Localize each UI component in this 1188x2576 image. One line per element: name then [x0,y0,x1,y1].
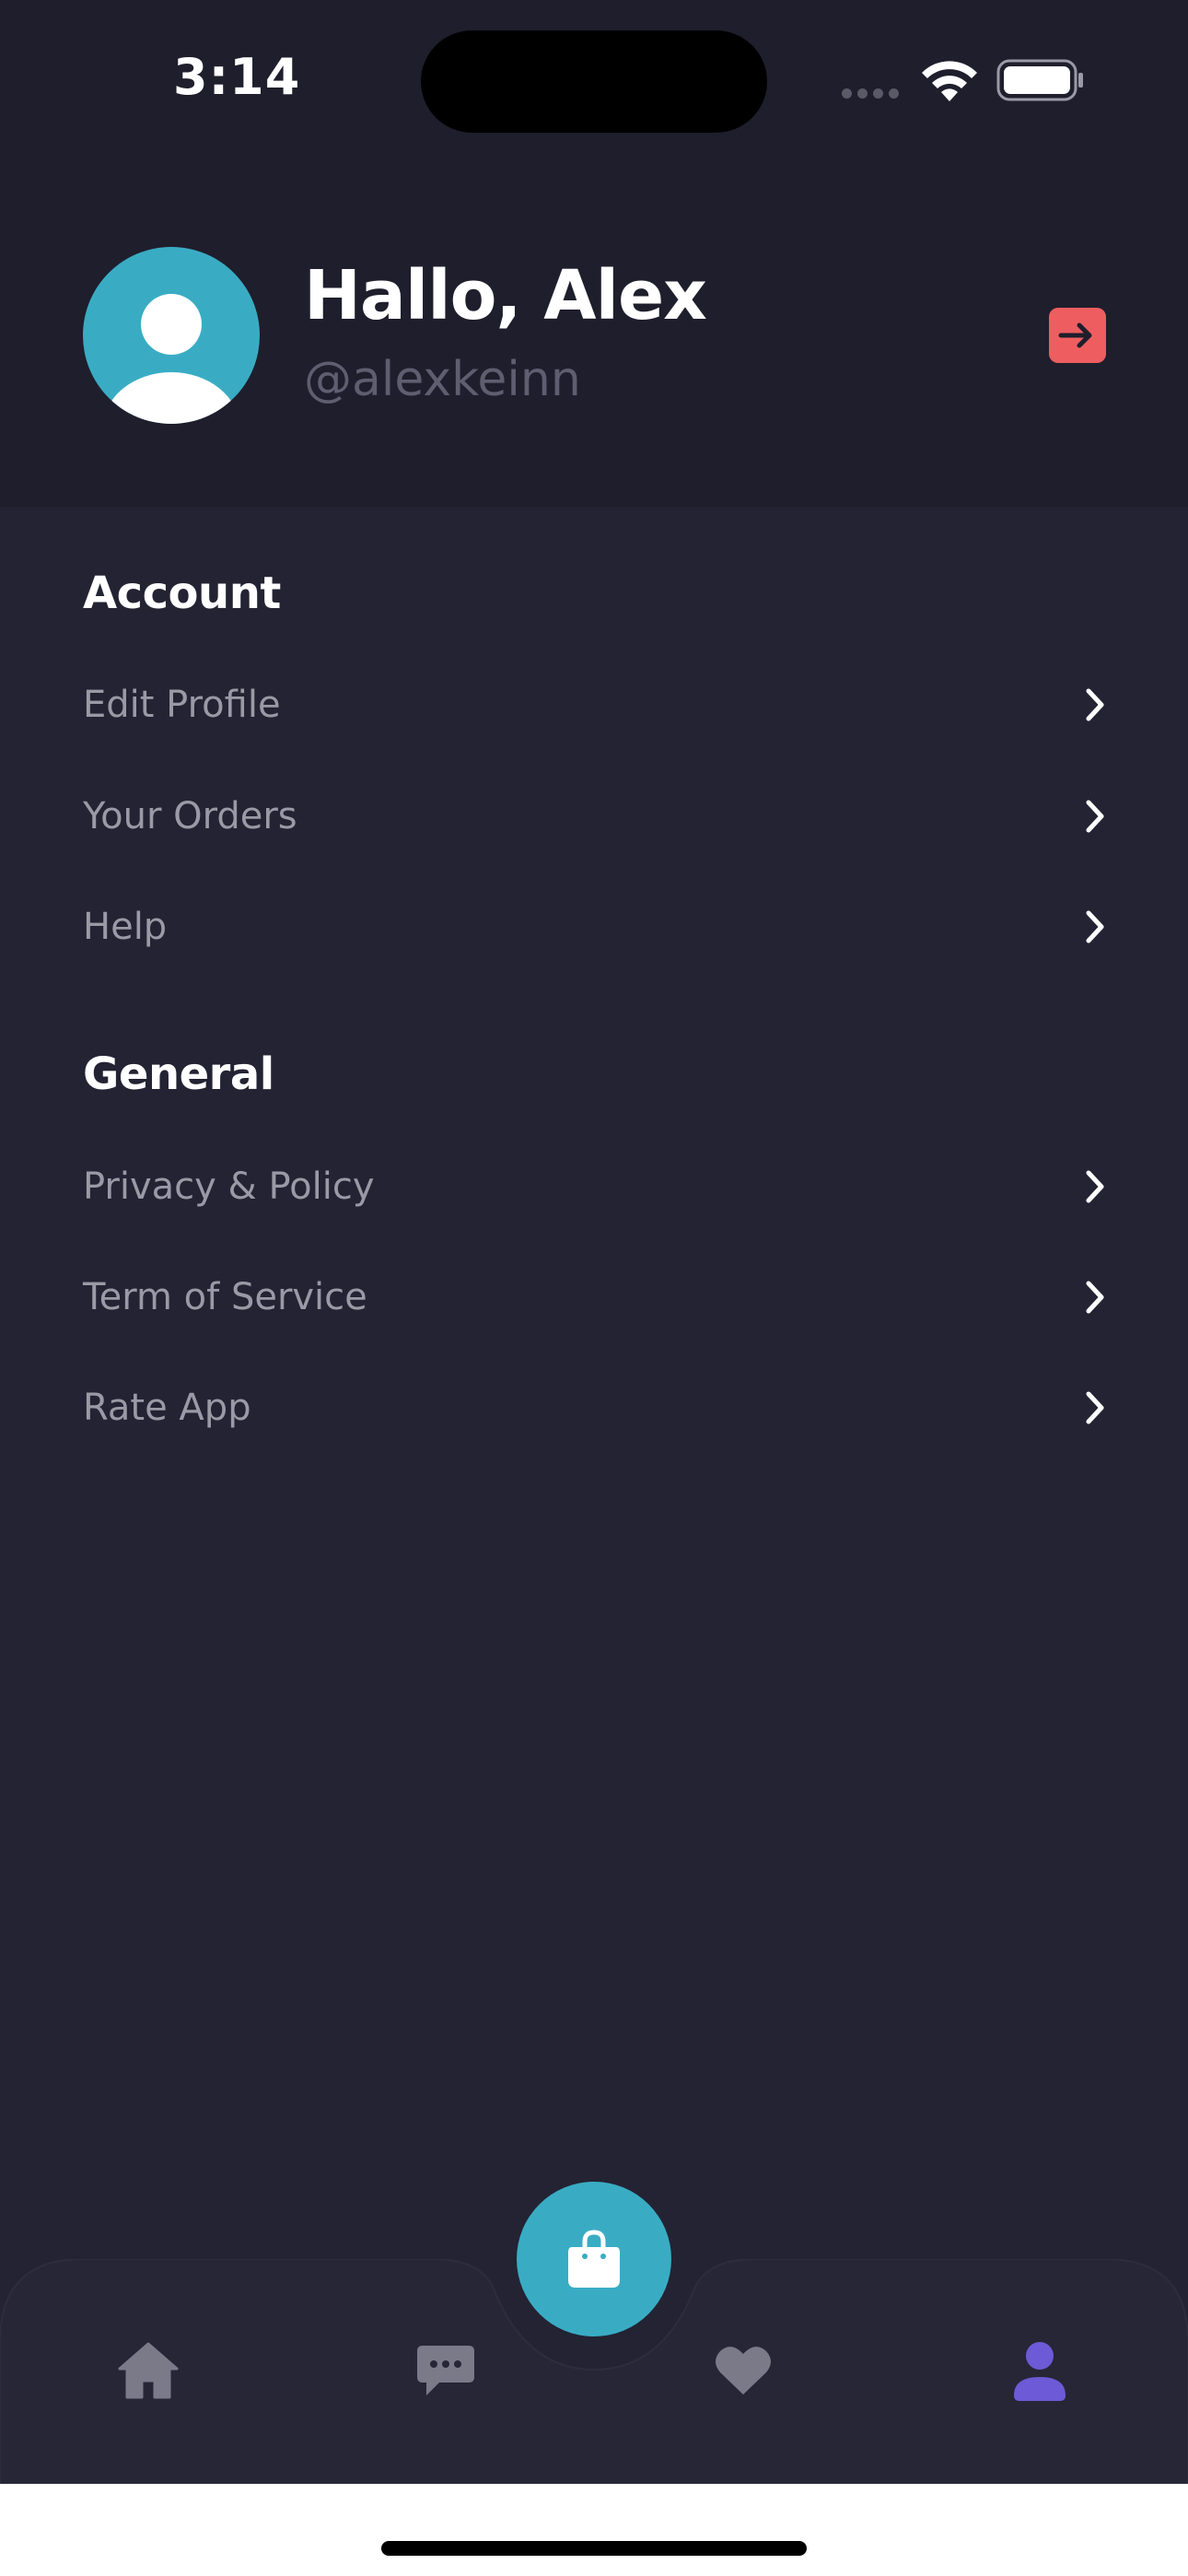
status-time: 3:14 [173,48,301,106]
shopping-bag-icon [568,2230,620,2288]
nav-chat[interactable] [404,2329,487,2412]
nav-home[interactable] [107,2329,190,2412]
menu-item-edit-profile[interactable]: Edit Profile [83,659,1114,751]
menu-item-label: Rate App [83,1387,251,1429]
chevron-right-icon [1077,1389,1114,1426]
chat-icon [417,2346,474,2395]
battery-icon [996,57,1085,107]
menu-item-label: Term of Service [83,1276,367,1318]
menu-item-label: Your Orders [83,795,297,837]
menu-item-label: Help [83,906,168,948]
chevron-right-icon [1077,908,1114,945]
dynamic-island [421,30,767,133]
greeting-text: Hallo, Alex [304,256,707,335]
profile-icon [1014,2342,1066,2401]
chevron-right-icon [1077,1279,1114,1316]
section-title-general: General [83,1048,274,1100]
wifi-icon [919,57,980,107]
nav-profile[interactable] [998,2329,1081,2412]
cellular-signal-icon [842,85,904,102]
home-indicator[interactable] [381,2541,807,2556]
menu-item-privacy-policy[interactable]: Privacy & Policy [83,1141,1114,1233]
chevron-right-icon [1077,798,1114,835]
menu-item-label: Edit Profile [83,684,281,726]
avatar[interactable] [83,247,260,424]
logout-arrow-icon [1058,322,1092,348]
heart-icon [716,2347,771,2395]
menu-item-your-orders[interactable]: Your Orders [83,770,1114,862]
shop-fab-button[interactable] [517,2182,671,2336]
user-handle: @alexkeinn [304,352,581,407]
menu-item-term-of-service[interactable]: Term of Service [83,1251,1114,1343]
menu-item-label: Privacy & Policy [83,1165,375,1208]
home-icon [118,2342,179,2399]
user-avatar-icon [103,294,239,424]
logout-button[interactable] [1049,308,1106,363]
chevron-right-icon [1077,686,1114,723]
home-indicator-area [0,2484,1188,2576]
nav-favorites[interactable] [702,2329,785,2412]
menu-item-help[interactable]: Help [83,881,1114,973]
section-title-account: Account [83,568,281,619]
menu-item-rate-app[interactable]: Rate App [83,1362,1114,1454]
profile-header: Hallo, Alex @alexkeinn [0,157,1188,507]
chevron-right-icon [1077,1168,1114,1205]
status-bar: 3:14 [0,0,1188,157]
